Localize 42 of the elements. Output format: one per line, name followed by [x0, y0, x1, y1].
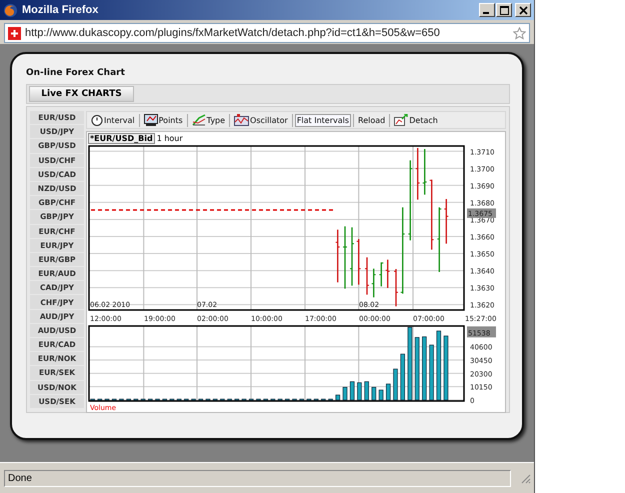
- maximize-icon: [500, 6, 508, 14]
- minimize-button[interactable]: [479, 3, 495, 17]
- volume-bar: [372, 386, 376, 400]
- toolbar-button[interactable]: Flat Intervals: [294, 114, 352, 126]
- volume-bar: [436, 330, 442, 400]
- toolbar-button[interactable]: Type: [190, 112, 228, 128]
- tab[interactable]: Live FX CHARTS: [29, 86, 134, 102]
- volume-bar: [357, 382, 362, 400]
- close-button[interactable]: [515, 3, 531, 17]
- window-title: Mozilla Firefox: [22, 4, 98, 16]
- stopwatch-icon: [91, 114, 103, 126]
- maximize-button[interactable]: [496, 3, 512, 17]
- toolbar-button[interactable]: Detach: [392, 112, 440, 128]
- firefox-logo-icon: [3, 2, 18, 18]
- volume-bar: [364, 381, 369, 400]
- star-icon[interactable]: [513, 26, 526, 40]
- status-text: Done: [4, 470, 511, 486]
- chart-window-icon: [144, 114, 158, 126]
- volume-bar: [400, 354, 405, 400]
- period-label: 1 hour: [156, 134, 183, 142]
- volume-bar: [350, 381, 355, 400]
- volume-bar: [444, 336, 448, 400]
- toolbar-button[interactable]: Interval: [89, 112, 137, 128]
- toolbar-button[interactable]: Oscillator: [232, 112, 290, 128]
- volume-bar: [422, 336, 427, 400]
- volume-bar: [378, 390, 384, 400]
- address-field[interactable]: http://www.dukascopy.com/plugins/fxMarketWatch/detach.php?id=ct1&h=505&w=650: [4, 23, 530, 43]
- oscillator-chart-icon: [234, 114, 250, 126]
- swiss-flag-icon: [8, 26, 21, 40]
- instrument-label: *EUR/USD_Bid: [88, 132, 155, 144]
- page-heading: On-line Forex Chart: [26, 68, 126, 78]
- toolbar-button[interactable]: Points: [142, 112, 185, 128]
- volume-bar: [414, 337, 420, 400]
- toolbar-button[interactable]: Reload: [356, 114, 388, 126]
- volume-bar: [429, 344, 434, 400]
- volume-bar: [393, 368, 398, 400]
- volume-bar: [342, 386, 348, 400]
- volume-bar: [386, 384, 391, 400]
- close-icon: [518, 6, 528, 14]
- resize-grip-icon[interactable]: [519, 472, 531, 484]
- volume-bar: [336, 394, 340, 400]
- line-chart-icon: [192, 114, 206, 126]
